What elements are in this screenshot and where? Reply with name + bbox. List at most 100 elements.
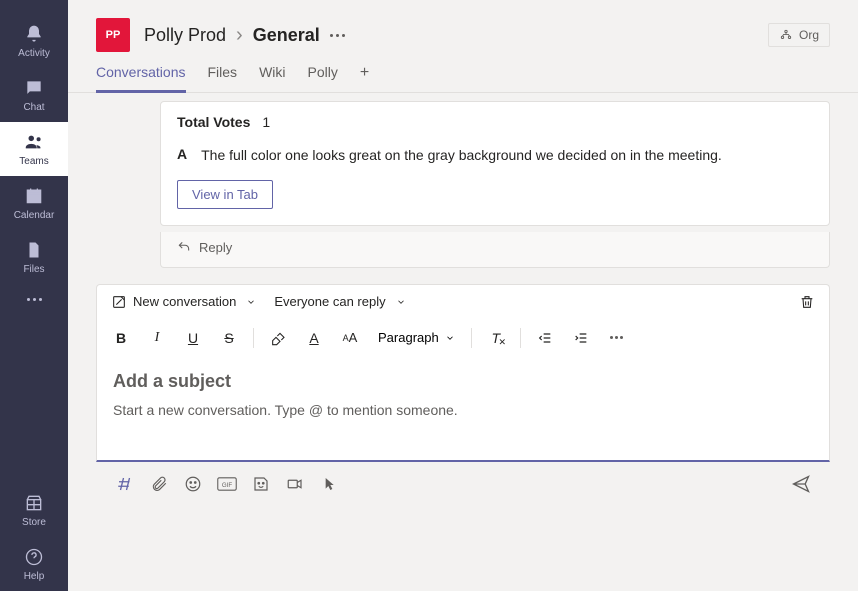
font-size-button[interactable]: AA: [334, 323, 366, 353]
add-tab-button[interactable]: +: [360, 64, 369, 92]
gif-button[interactable]: GIF: [212, 470, 242, 498]
rail-help[interactable]: Help: [0, 537, 68, 591]
format-toggle-button[interactable]: [110, 470, 140, 498]
gif-icon: GIF: [217, 476, 237, 492]
send-button[interactable]: [786, 470, 816, 498]
compose-bottom-toolbar: GIF: [96, 462, 830, 506]
toolbar-separator: [520, 328, 521, 348]
breadcrumb-team[interactable]: Polly Prod: [144, 25, 226, 46]
compose-icon: [111, 294, 127, 310]
tab-files[interactable]: Files: [208, 64, 238, 92]
outdent-icon: [537, 330, 553, 346]
message-thread: Total Votes 1 A The full color one looks…: [160, 101, 830, 268]
conversation-type-dropdown[interactable]: New conversation: [111, 294, 256, 310]
comment-option-letter: A: [177, 146, 187, 166]
emoji-icon: [184, 475, 202, 493]
meet-now-button[interactable]: [280, 470, 310, 498]
chevron-right-icon: ›: [236, 24, 243, 47]
total-votes-count: 1: [262, 114, 270, 130]
rail-teams[interactable]: Teams: [0, 122, 68, 176]
formatting-toolbar: B I U S A AA Paragraph: [97, 319, 829, 357]
channel-more-button[interactable]: [330, 34, 345, 37]
help-icon: [23, 546, 45, 568]
paragraph-label: Paragraph: [378, 330, 439, 345]
more-apps-button[interactable]: [314, 470, 344, 498]
team-avatar: PP: [96, 18, 130, 52]
more-formatting-button[interactable]: [601, 323, 633, 353]
main-area: PP Polly Prod › General Org Conversation…: [68, 0, 858, 591]
rail-activity[interactable]: Activity: [0, 14, 68, 68]
calendar-icon: [23, 185, 45, 207]
bold-button[interactable]: B: [105, 323, 137, 353]
highlight-button[interactable]: [262, 323, 294, 353]
channel-tabs: Conversations Files Wiki Polly +: [68, 52, 858, 93]
comment-row: A The full color one looks great on the …: [177, 140, 813, 180]
attach-button[interactable]: [144, 470, 174, 498]
tab-polly[interactable]: Polly: [308, 64, 338, 92]
file-icon: [23, 239, 45, 261]
chevron-down-icon: [246, 297, 256, 307]
italic-button[interactable]: I: [141, 323, 173, 353]
total-votes-label: Total Votes: [177, 114, 250, 130]
rail-more[interactable]: [0, 284, 68, 315]
body-input[interactable]: Start a new conversation. Type @ to ment…: [113, 402, 813, 418]
compose-body[interactable]: Add a subject Start a new conversation. …: [97, 357, 829, 460]
chevron-down-icon: [396, 297, 406, 307]
store-icon: [23, 492, 45, 514]
rail-label: Help: [24, 571, 45, 582]
cursor-icon: [321, 476, 337, 492]
channel-header: PP Polly Prod › General Org: [68, 0, 858, 52]
video-icon: [286, 475, 304, 493]
highlight-icon: [270, 330, 286, 346]
chevron-down-icon: [445, 333, 455, 343]
votes-row: Total Votes 1: [177, 114, 813, 140]
rail-label: Files: [23, 264, 44, 275]
rail-label: Store: [22, 517, 46, 528]
font-color-button[interactable]: A: [298, 323, 330, 353]
teams-icon: [23, 131, 45, 153]
toolbar-separator: [253, 328, 254, 348]
underline-button[interactable]: U: [177, 323, 209, 353]
rail-label: Chat: [23, 102, 44, 113]
rail-store[interactable]: Store: [0, 483, 68, 537]
tab-wiki[interactable]: Wiki: [259, 64, 285, 92]
send-icon: [791, 474, 811, 494]
rail-files[interactable]: Files: [0, 230, 68, 284]
org-label: Org: [799, 28, 819, 42]
rail-label: Activity: [18, 48, 50, 59]
emoji-button[interactable]: [178, 470, 208, 498]
reply-scope-label: Everyone can reply: [274, 294, 385, 309]
rail-label: Teams: [19, 156, 48, 167]
rail-chat[interactable]: Chat: [0, 68, 68, 122]
app-rail: Activity Chat Teams Calendar Files Store: [0, 0, 68, 591]
conversation-type-label: New conversation: [133, 294, 236, 309]
message-card: Total Votes 1 A The full color one looks…: [160, 101, 830, 226]
decrease-indent-button[interactable]: [529, 323, 561, 353]
strikethrough-button[interactable]: S: [213, 323, 245, 353]
breadcrumb: Polly Prod › General: [144, 24, 345, 47]
org-icon: [779, 28, 793, 42]
subject-input[interactable]: Add a subject: [113, 371, 813, 392]
bell-icon: [23, 23, 45, 45]
rail-calendar[interactable]: Calendar: [0, 176, 68, 230]
tab-conversations[interactable]: Conversations: [96, 64, 186, 93]
sticker-button[interactable]: [246, 470, 276, 498]
reply-icon: [177, 240, 191, 254]
trash-icon: [799, 293, 815, 311]
org-button[interactable]: Org: [768, 23, 830, 47]
format-icon: [116, 475, 134, 493]
reply-button[interactable]: Reply: [160, 232, 830, 268]
increase-indent-button[interactable]: [565, 323, 597, 353]
composer: New conversation Everyone can reply B I: [96, 284, 830, 506]
view-in-tab-button[interactable]: View in Tab: [177, 180, 273, 209]
reply-label: Reply: [199, 240, 232, 255]
clear-formatting-button[interactable]: T✕: [480, 323, 512, 353]
indent-icon: [573, 330, 589, 346]
reply-scope-dropdown[interactable]: Everyone can reply: [274, 294, 405, 309]
svg-text:GIF: GIF: [222, 482, 232, 489]
delete-draft-button[interactable]: [799, 293, 815, 311]
chat-icon: [23, 77, 45, 99]
breadcrumb-channel[interactable]: General: [253, 25, 320, 46]
toolbar-separator: [471, 328, 472, 348]
paragraph-style-dropdown[interactable]: Paragraph: [370, 330, 463, 345]
